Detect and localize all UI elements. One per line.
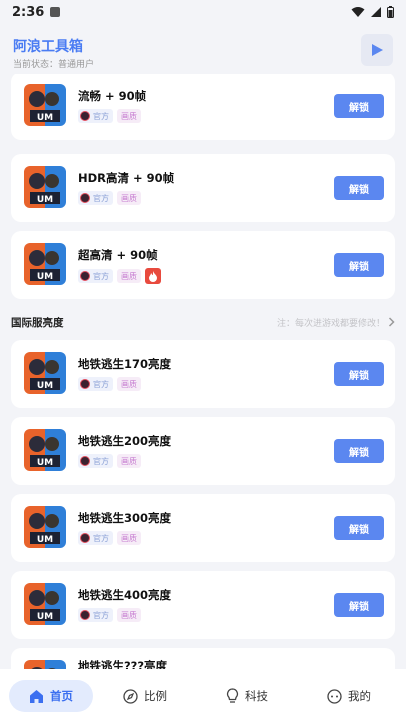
game-thumbnail: UM bbox=[24, 166, 66, 208]
official-badge: 官方 bbox=[78, 109, 113, 123]
section-header: 国际服亮度 注：每次进游戏都要修改！ bbox=[11, 314, 395, 330]
official-logo-icon bbox=[80, 610, 90, 620]
svg-text:UM: UM bbox=[37, 381, 53, 391]
official-badge: 官方 bbox=[78, 454, 113, 468]
list-item: UM 地铁逃生400亮度 官方 画质 解锁 bbox=[11, 571, 395, 639]
official-badge: 官方 bbox=[78, 269, 113, 283]
game-thumbnail: UM bbox=[24, 506, 66, 548]
quality-badge: 画质 bbox=[117, 454, 141, 468]
official-logo-icon bbox=[80, 379, 90, 389]
profile-icon bbox=[327, 688, 342, 704]
list-item: UM HDR高清 + 90帧 官方 画质 解锁 bbox=[11, 154, 395, 222]
official-badge: 官方 bbox=[78, 191, 113, 205]
game-thumbnail bbox=[24, 660, 66, 669]
quality-badge: 画质 bbox=[117, 377, 141, 391]
svg-text:UM: UM bbox=[37, 195, 53, 205]
status-time: 2:36 bbox=[12, 4, 45, 20]
wifi-icon bbox=[351, 7, 365, 17]
official-logo-icon bbox=[80, 456, 90, 466]
official-logo-icon bbox=[80, 271, 90, 281]
unlock-button[interactable]: 解锁 bbox=[334, 253, 384, 277]
game-thumbnail: UM bbox=[24, 84, 66, 126]
list-item: UM 超高清 + 90帧 官方 画质 解锁 bbox=[11, 231, 395, 299]
list-item: UM 地铁逃生170亮度 官方 画质 解锁 bbox=[11, 340, 395, 408]
game-thumbnail: UM bbox=[24, 243, 66, 285]
quality-badge: 画质 bbox=[117, 191, 141, 205]
fire-icon bbox=[145, 268, 161, 284]
list-item: 地铁逃生???亮度 bbox=[11, 648, 395, 669]
content-list[interactable]: UM 流畅 + 90帧 官方 画质 解锁 UM HDR高清 + 90帧 官方 画… bbox=[0, 74, 406, 669]
svg-text:UM: UM bbox=[37, 458, 53, 468]
app-title: 阿浪工具箱 bbox=[13, 39, 83, 55]
home-icon bbox=[30, 689, 43, 703]
play-button[interactable] bbox=[361, 34, 393, 66]
game-thumbnail: UM bbox=[24, 429, 66, 471]
notification-icon bbox=[50, 7, 61, 17]
official-badge: 官方 bbox=[78, 377, 113, 391]
status-bar: 2:36 bbox=[0, 0, 406, 24]
official-badge: 官方 bbox=[78, 608, 113, 622]
list-item: UM 地铁逃生300亮度 官方 画质 解锁 bbox=[11, 494, 395, 562]
quality-badge: 画质 bbox=[117, 531, 141, 545]
game-thumbnail: UM bbox=[24, 583, 66, 625]
signal-icon bbox=[371, 7, 381, 17]
unlock-button[interactable]: 解锁 bbox=[334, 593, 384, 617]
quality-badge: 画质 bbox=[117, 109, 141, 123]
svg-text:UM: UM bbox=[37, 113, 53, 123]
quality-badge: 画质 bbox=[117, 269, 141, 283]
unlock-button[interactable]: 解锁 bbox=[334, 362, 384, 386]
compass-icon bbox=[123, 688, 138, 704]
tab-tech[interactable]: 科技 bbox=[212, 680, 282, 712]
user-status: 当前状态：普通用户 bbox=[13, 60, 95, 70]
item-name: 地铁逃生400亮度 bbox=[78, 588, 172, 602]
tab-home[interactable]: 首页 bbox=[9, 680, 93, 712]
play-icon bbox=[372, 44, 383, 56]
official-logo-icon bbox=[80, 111, 90, 121]
chevron-right-icon bbox=[388, 317, 395, 327]
section-note[interactable]: 注：每次进游戏都要修改！ bbox=[277, 316, 395, 329]
item-name: 地铁逃生170亮度 bbox=[78, 357, 172, 371]
unlock-button[interactable]: 解锁 bbox=[334, 439, 384, 463]
list-item: UM 地铁逃生200亮度 官方 画质 解锁 bbox=[11, 417, 395, 485]
bottom-tab-bar: 首页 比例 科技 我的 bbox=[0, 669, 406, 723]
item-name: HDR高清 + 90帧 bbox=[78, 171, 175, 185]
app-header: 阿浪工具箱 当前状态：普通用户 bbox=[0, 24, 406, 74]
item-name: 地铁逃生200亮度 bbox=[78, 434, 172, 448]
unlock-button[interactable]: 解锁 bbox=[334, 516, 384, 540]
official-logo-icon bbox=[80, 533, 90, 543]
official-logo-icon bbox=[80, 193, 90, 203]
item-name: 地铁逃生???亮度 bbox=[78, 659, 168, 669]
unlock-button[interactable]: 解锁 bbox=[334, 94, 384, 118]
tab-mine[interactable]: 我的 bbox=[314, 680, 384, 712]
item-name: 地铁逃生300亮度 bbox=[78, 511, 172, 525]
list-item: UM 流畅 + 90帧 官方 画质 解锁 bbox=[11, 74, 395, 140]
item-name: 超高清 + 90帧 bbox=[78, 248, 158, 262]
item-name: 流畅 + 90帧 bbox=[78, 89, 147, 103]
section-title: 国际服亮度 bbox=[11, 316, 64, 329]
svg-text:UM: UM bbox=[37, 535, 53, 545]
game-thumbnail: UM bbox=[24, 352, 66, 394]
official-badge: 官方 bbox=[78, 531, 113, 545]
tab-ratio[interactable]: 比例 bbox=[110, 680, 180, 712]
svg-text:UM: UM bbox=[37, 272, 53, 282]
lightbulb-icon bbox=[226, 688, 239, 703]
battery-icon bbox=[387, 6, 394, 18]
svg-text:UM: UM bbox=[37, 612, 53, 622]
unlock-button[interactable]: 解锁 bbox=[334, 176, 384, 200]
quality-badge: 画质 bbox=[117, 608, 141, 622]
